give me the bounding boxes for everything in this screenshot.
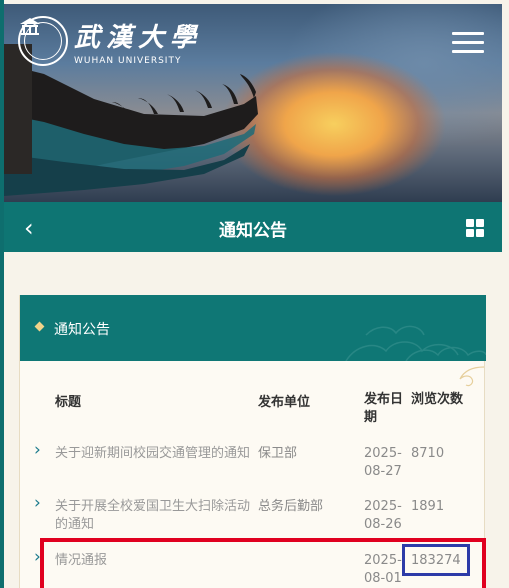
page-title-bar: ‹ 通知公告 <box>4 202 502 252</box>
column-header-title: 标题 <box>55 395 82 410</box>
diamond-bullet-icon <box>34 321 45 332</box>
column-header-date: 发布日期 <box>364 392 404 425</box>
highlight-views-box <box>402 544 470 576</box>
logo-chinese-name: 武漢大學 <box>74 22 203 53</box>
cloud-pattern-decoration <box>345 325 486 361</box>
university-seal-icon <box>18 16 68 66</box>
university-logo[interactable]: 武漢大學 WUHAN UNIVERSITY <box>18 16 202 66</box>
chevron-right-icon: › <box>34 493 41 513</box>
notice-date: 2025-08-26 <box>364 499 402 532</box>
notice-title-link[interactable]: 关于迎新期间校园交通管理的通知 <box>55 445 250 463</box>
notice-views: 8710 <box>411 446 445 461</box>
notice-date: 2025-08-27 <box>364 446 402 479</box>
hamburger-menu-icon[interactable] <box>452 32 484 54</box>
hero-banner: 武漢大學 WUHAN UNIVERSITY <box>4 4 502 202</box>
card-header: 通知公告 <box>20 295 486 361</box>
logo-english-name: WUHAN UNIVERSITY <box>74 55 182 66</box>
notice-views: 1891 <box>411 499 445 514</box>
chevron-right-icon: › <box>34 440 41 460</box>
column-header-unit: 发布单位 <box>258 395 311 410</box>
column-header-views: 浏览次数 <box>411 392 464 407</box>
notice-title-link[interactable]: 关于开展全校爱国卫生大扫除活动的通知 <box>55 498 250 534</box>
section-title: 通知公告 <box>54 322 110 338</box>
notice-unit: 保卫部 <box>258 446 298 461</box>
notice-unit: 总务后勤部 <box>258 499 324 514</box>
page-title: 通知公告 <box>219 221 287 241</box>
grid-menu-icon[interactable] <box>466 219 484 237</box>
